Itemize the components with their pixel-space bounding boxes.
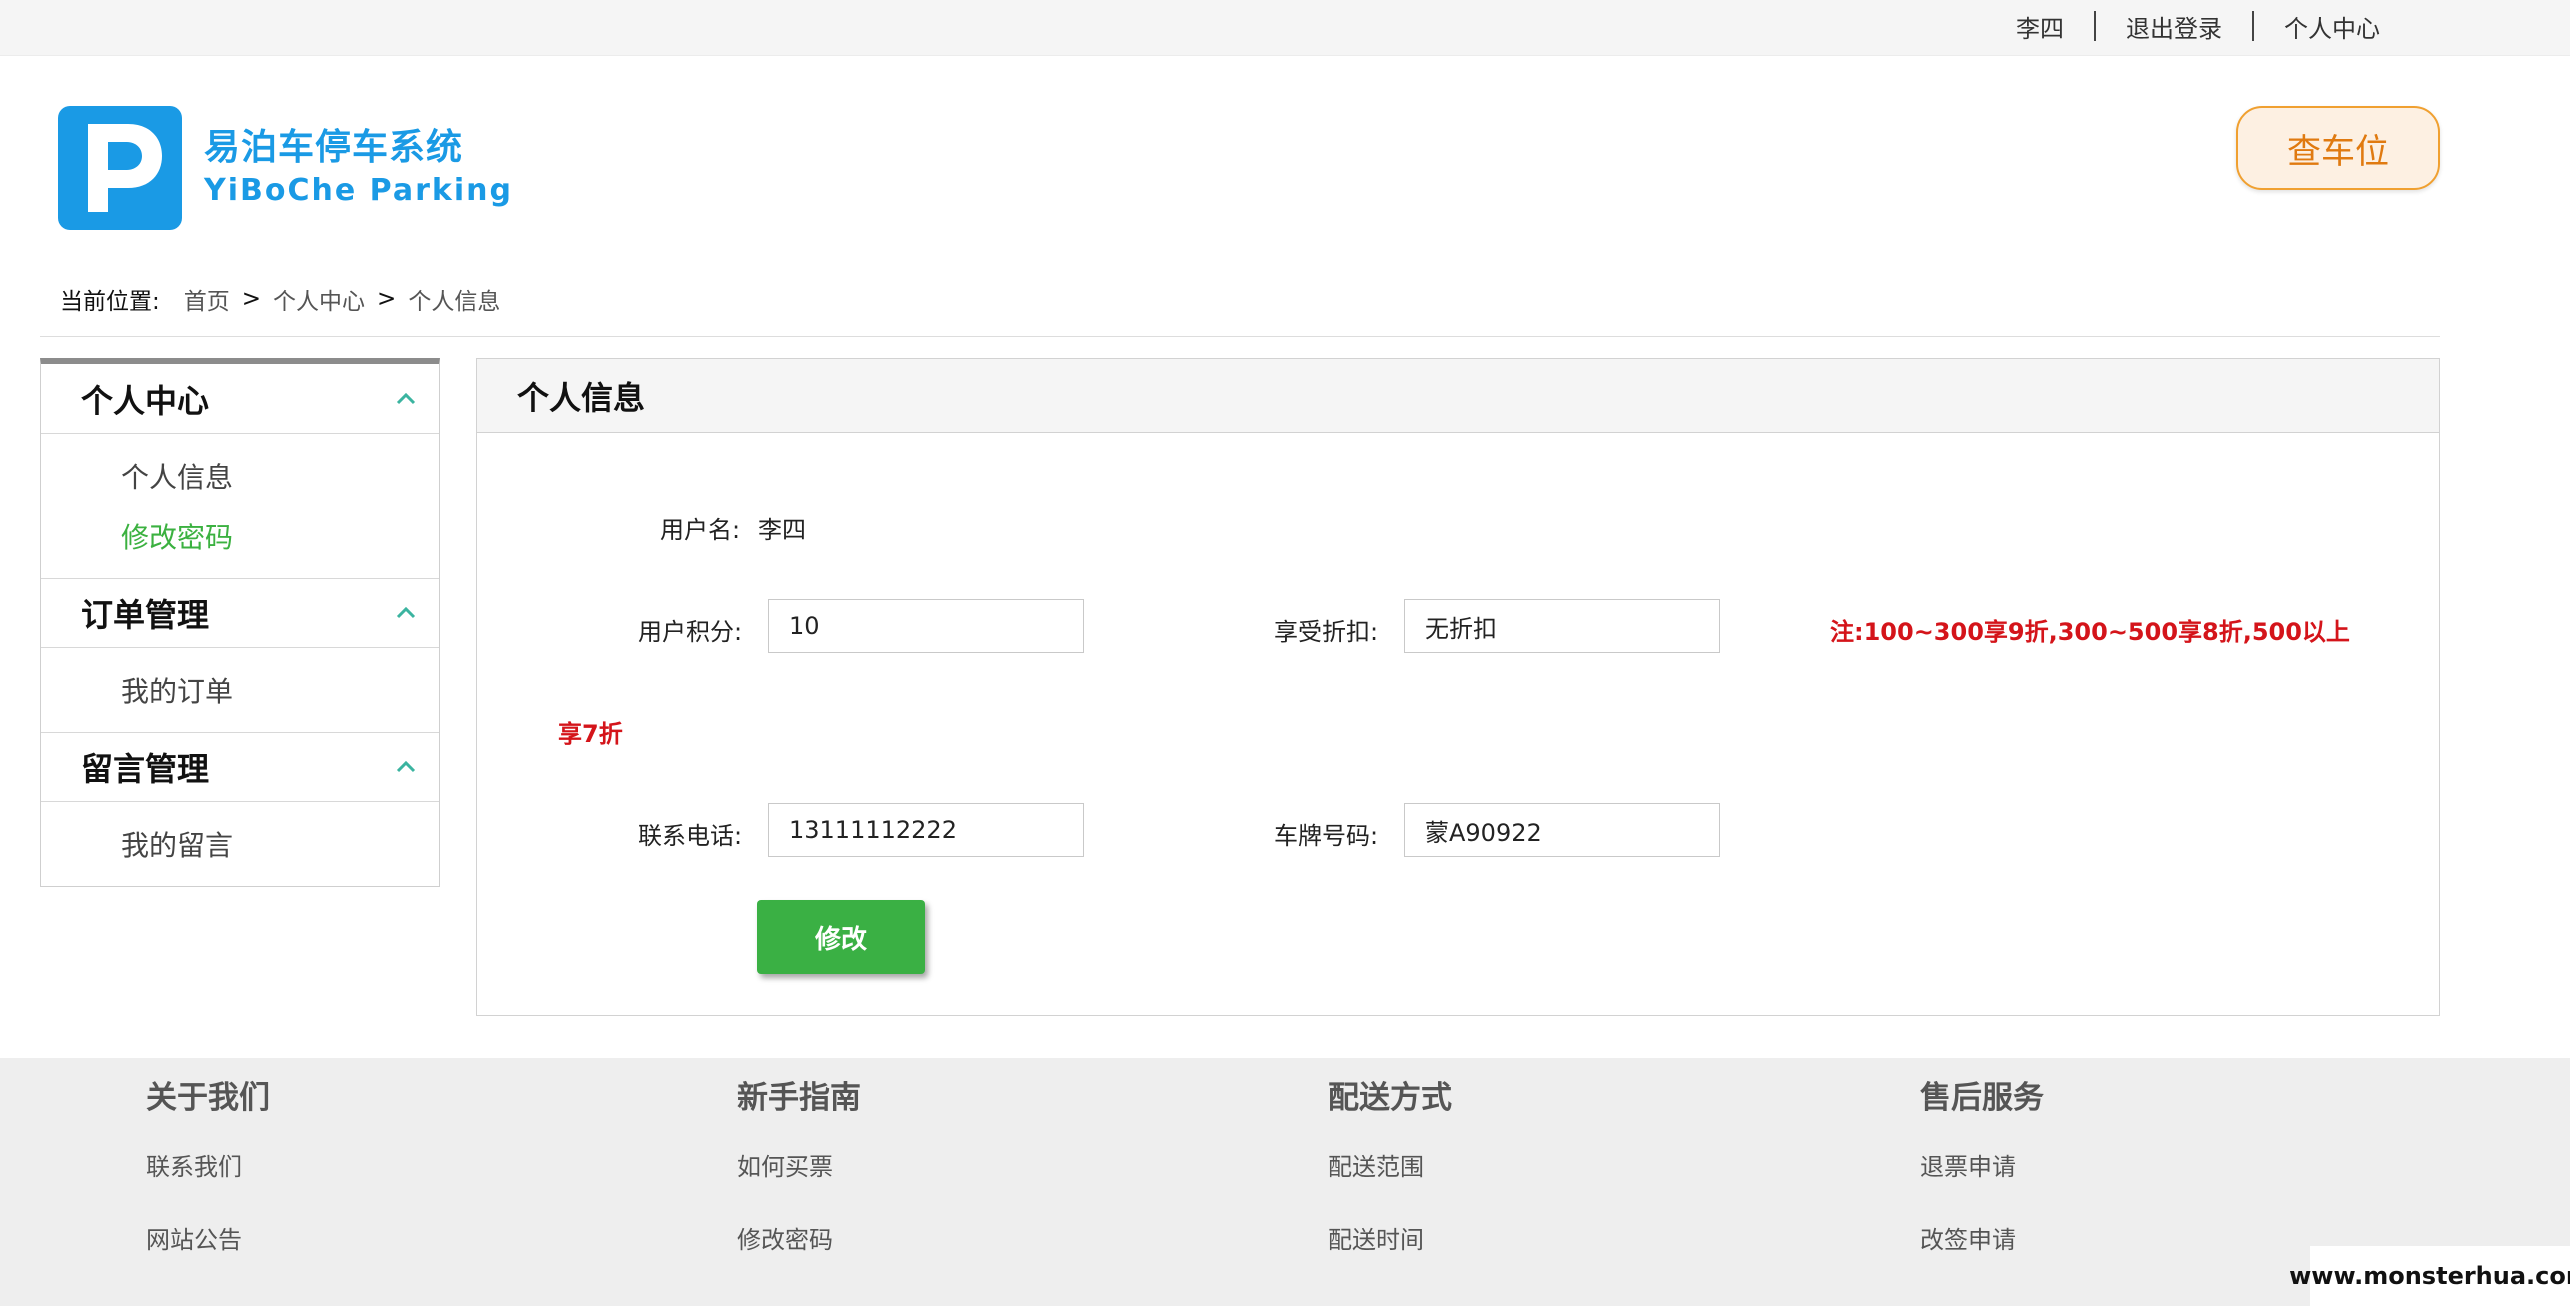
sidebar-item-my-orders[interactable]: 我的订单	[41, 660, 439, 720]
breadcrumb: 当前位置: 首页 > 个人中心 > 个人信息	[60, 282, 500, 316]
footer-column-delivery: 配送方式 配送范围 配送时间	[1328, 1072, 1452, 1255]
discount-label: 享受折扣:	[1274, 618, 1379, 646]
modify-button[interactable]: 修改	[757, 900, 925, 974]
breadcrumb-label: 当前位置:	[60, 289, 160, 315]
discount-note-line1: 注:100~300享9折,300~500享8折,500以上	[1830, 618, 2350, 646]
footer-link-delivery-range[interactable]: 配送范围	[1328, 1147, 1452, 1182]
breadcrumb-divider	[40, 336, 2440, 337]
footer-link-delivery-time[interactable]: 配送时间	[1328, 1220, 1452, 1255]
footer-link-announcement[interactable]: 网站公告	[146, 1220, 270, 1255]
breadcrumb-separator: >	[241, 286, 262, 312]
chevron-up-icon	[396, 392, 416, 404]
chevron-up-icon	[396, 760, 416, 773]
points-input[interactable]	[768, 599, 1084, 653]
top-links: 李四 退出登录 个人中心	[1986, 0, 2410, 52]
sidebar-section-items: 个人信息 修改密码	[41, 434, 439, 578]
sidebar-section-messages[interactable]: 留言管理	[41, 732, 439, 802]
username-value: 李四	[758, 516, 806, 544]
breadcrumb-personal-center[interactable]: 个人中心	[273, 282, 365, 316]
breadcrumb-home[interactable]: 首页	[184, 282, 230, 316]
sidebar-section-items: 我的订单	[41, 648, 439, 732]
breadcrumb-separator: >	[377, 286, 397, 312]
phone-label: 联系电话:	[638, 822, 743, 850]
personal-center-link[interactable]: 个人中心	[2254, 9, 2410, 44]
footer-link-reschedule[interactable]: 改签申请	[1920, 1220, 2044, 1255]
find-parking-button[interactable]: 查车位	[2236, 106, 2440, 190]
breadcrumb-personal-info[interactable]: 个人信息	[408, 282, 500, 316]
footer-column-title: 新手指南	[737, 1080, 861, 1116]
footer-column-title: 配送方式	[1328, 1080, 1452, 1116]
username-label: 用户名:	[660, 516, 741, 544]
footer-column-guide: 新手指南 如何买票 修改密码	[737, 1072, 861, 1255]
logo-title-en: YiBoChe Parking	[204, 173, 513, 209]
username-link[interactable]: 李四	[1986, 9, 2094, 44]
footer-link-refund[interactable]: 退票申请	[1920, 1147, 2044, 1182]
logout-link[interactable]: 退出登录	[2096, 9, 2252, 44]
sidebar-section-title: 个人中心	[81, 381, 210, 420]
footer-column-about: 关于我们 联系我们 网站公告	[146, 1072, 270, 1255]
footer: 关于我们 联系我们 网站公告 新手指南 如何买票 修改密码 配送方式 配送范围 …	[0, 1058, 2570, 1306]
points-label: 用户积分:	[638, 618, 743, 646]
logo-title-cn: 易泊车停车系统	[204, 127, 464, 169]
watermark: www.monsterhua.com	[2289, 1246, 2570, 1306]
footer-link-how-to-buy[interactable]: 如何买票	[737, 1147, 861, 1182]
sidebar-section-items: 我的留言	[41, 802, 439, 886]
discount-input[interactable]	[1404, 599, 1720, 653]
plate-input[interactable]	[1404, 803, 1720, 857]
logo-text: 易泊车停车系统 YiBoChe Parking	[204, 127, 513, 209]
site-logo[interactable]: 易泊车停车系统 YiBoChe Parking	[58, 106, 513, 230]
sidebar-section-title: 订单管理	[81, 596, 210, 634]
footer-link-change-password[interactable]: 修改密码	[737, 1220, 861, 1255]
sidebar-item-personal-info[interactable]: 个人信息	[41, 446, 439, 506]
footer-link-contact[interactable]: 联系我们	[146, 1147, 270, 1182]
top-bar: 李四 退出登录 个人中心	[0, 0, 2570, 56]
discount-note-line2: 享7折	[558, 720, 623, 748]
plate-label: 车牌号码:	[1274, 822, 1379, 850]
parking-logo-icon	[58, 106, 182, 230]
phone-input[interactable]	[768, 803, 1084, 857]
sidebar-section-title: 留言管理	[81, 750, 210, 788]
footer-column-after-sales: 售后服务 退票申请 改签申请	[1920, 1072, 2044, 1255]
footer-column-title: 关于我们	[146, 1080, 270, 1116]
sidebar-item-my-messages[interactable]: 我的留言	[41, 814, 439, 874]
chevron-up-icon	[396, 606, 416, 619]
footer-column-title: 售后服务	[1920, 1080, 2044, 1116]
sidebar-section-personal-center[interactable]: 个人中心	[41, 364, 439, 434]
panel-title: 个人信息	[477, 359, 2439, 433]
sidebar-section-orders[interactable]: 订单管理	[41, 578, 439, 648]
parking-p-glyph	[88, 124, 162, 212]
sidebar: 个人中心 个人信息 修改密码 订单管理 我的订单 留言管理 我的留言	[40, 358, 440, 887]
sidebar-item-change-password[interactable]: 修改密码	[41, 506, 439, 566]
